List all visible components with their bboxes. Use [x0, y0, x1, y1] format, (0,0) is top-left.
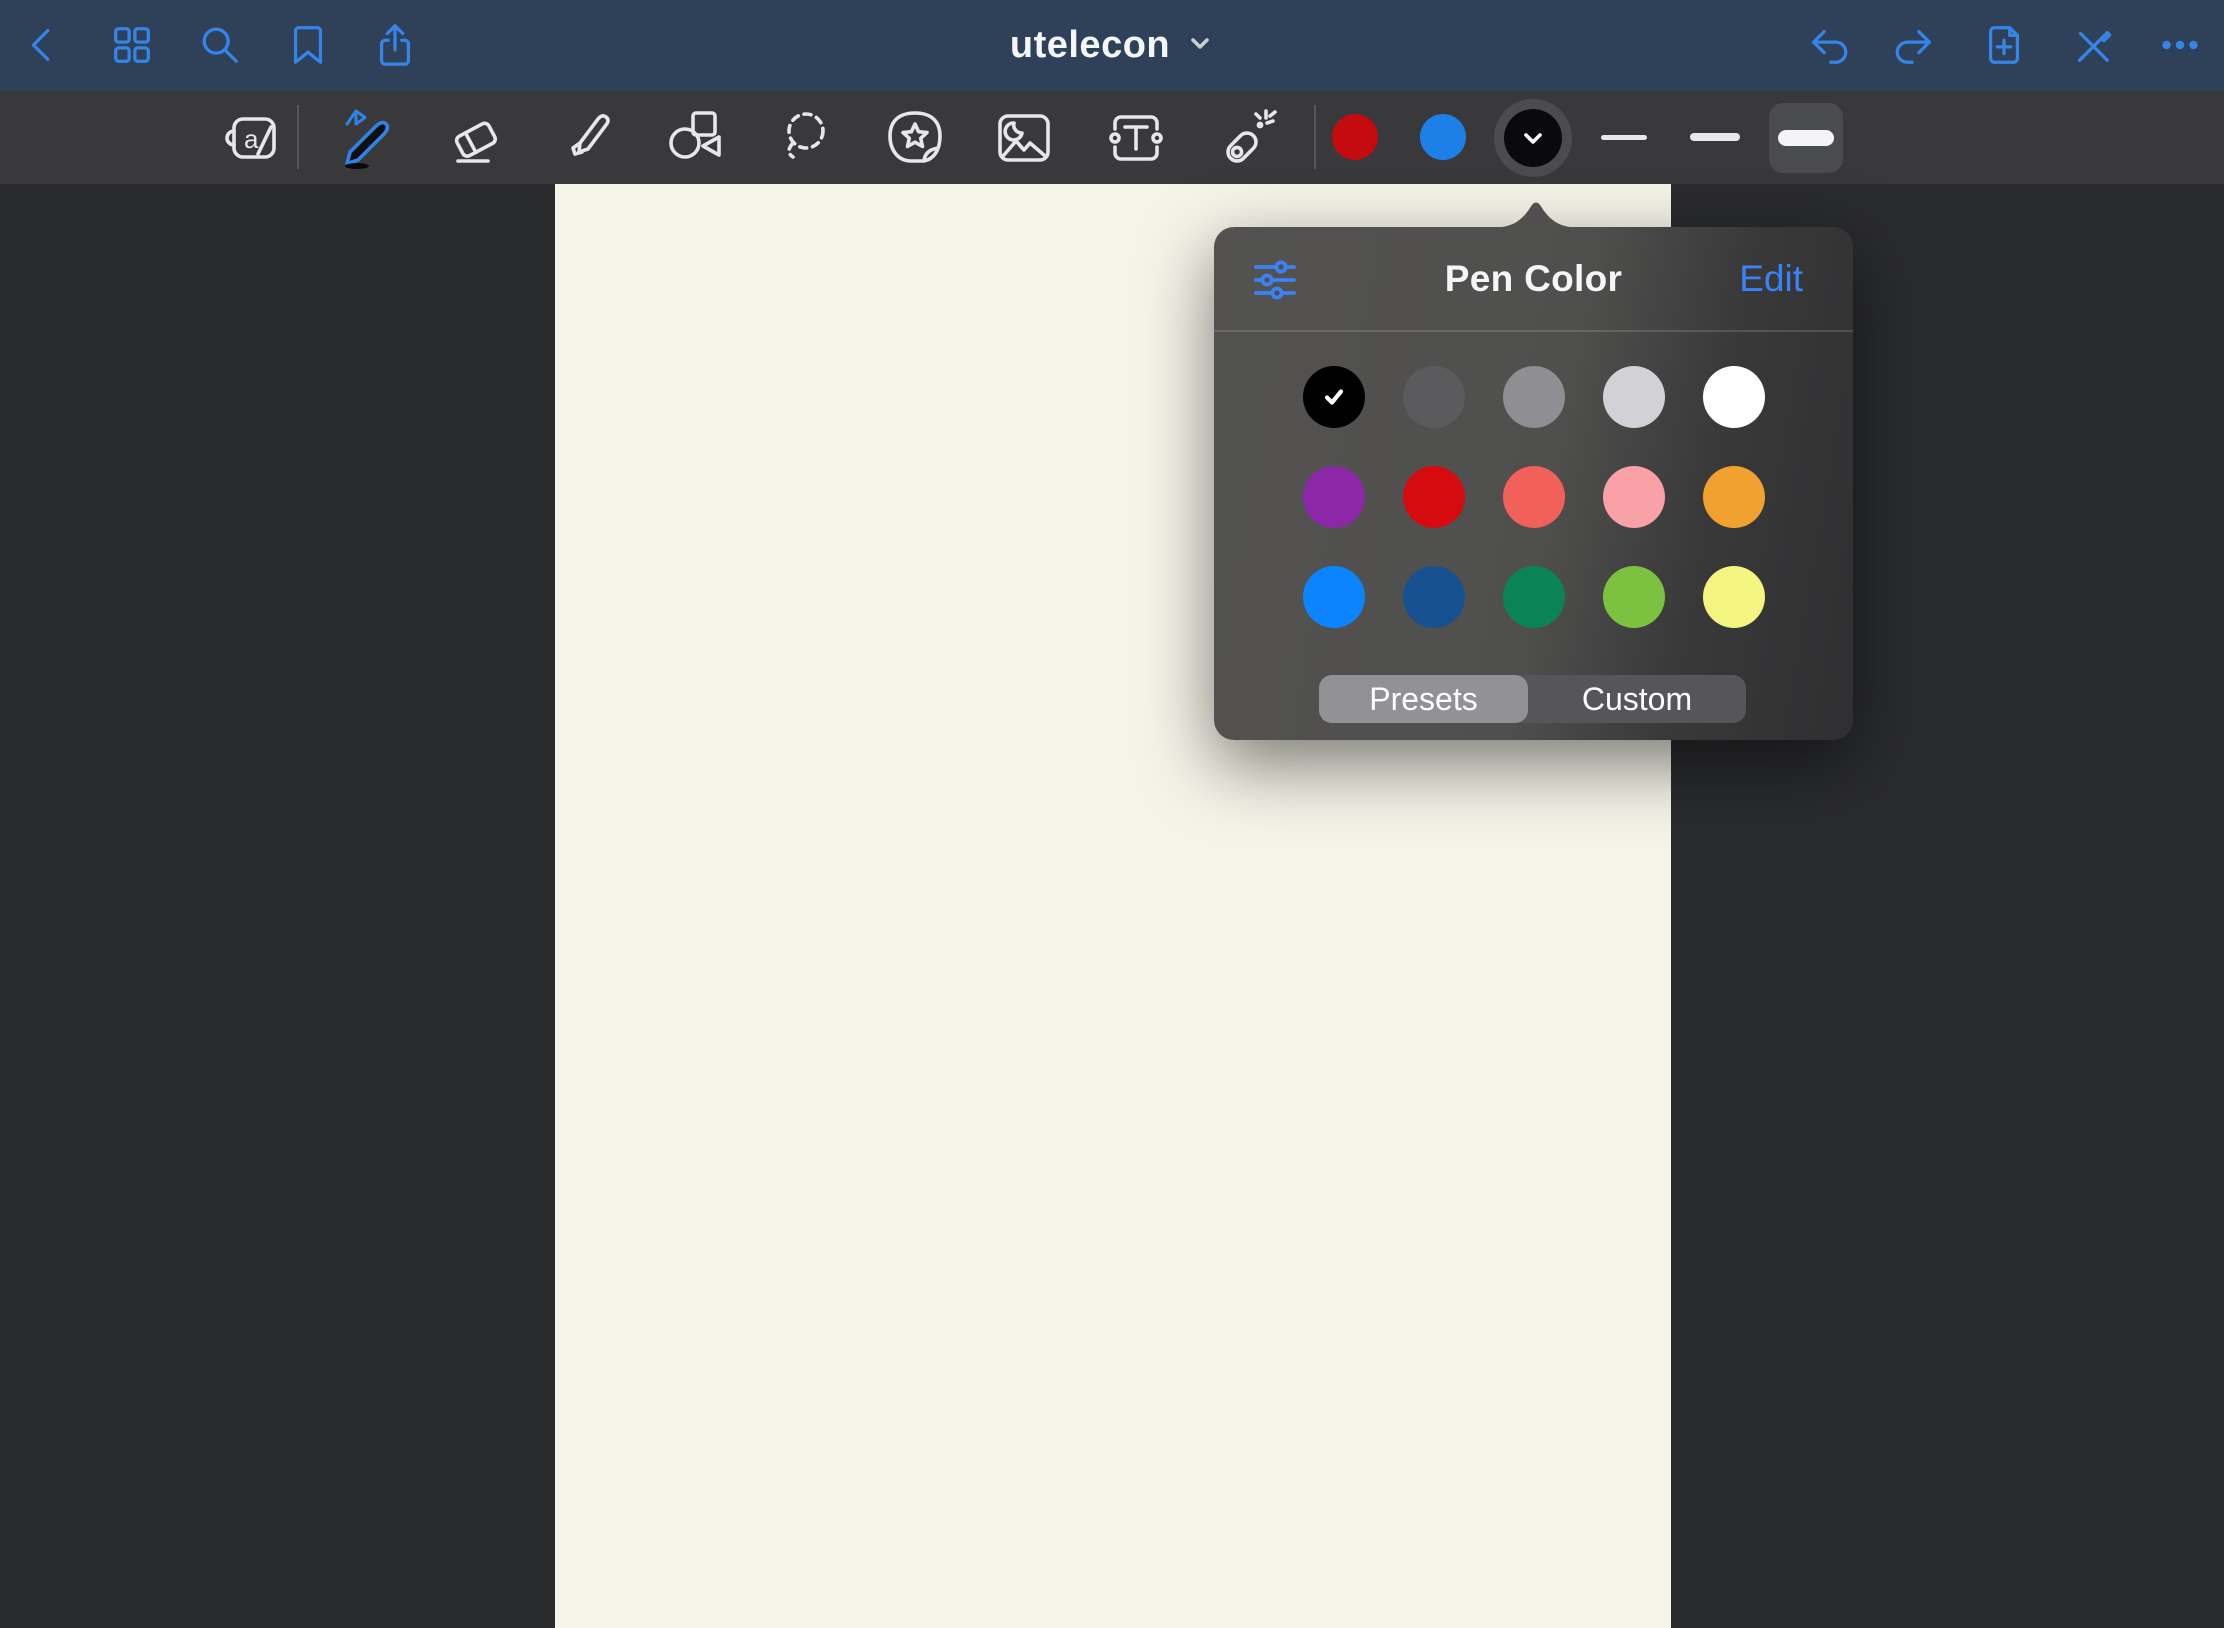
quick-color-red[interactable] — [1332, 114, 1378, 160]
add-page-button[interactable] — [1976, 17, 2032, 73]
swatch-white[interactable] — [1703, 366, 1765, 428]
stroke-width-medium[interactable] — [1690, 133, 1740, 141]
swatch-red[interactable] — [1403, 466, 1465, 528]
highlighter-icon — [554, 105, 620, 171]
swatch-orange[interactable] — [1703, 466, 1765, 528]
swatch-dark-gray[interactable] — [1403, 366, 1465, 428]
tool-image[interactable] — [987, 101, 1061, 175]
tool-elements[interactable] — [878, 101, 952, 175]
popover-header: Pen Color Edit — [1214, 227, 1853, 330]
thick-stroke-pill — [1778, 130, 1834, 146]
popover-divider — [1214, 330, 1853, 332]
elements-sticker-icon — [882, 105, 948, 171]
swatch-navy[interactable] — [1403, 566, 1465, 628]
presets-custom-segmented-control: Presets Custom — [1319, 675, 1746, 723]
pen-color-popover: Pen Color Edit Pres — [1214, 227, 1853, 740]
top-navigation-bar: utelecon — [0, 0, 2224, 91]
tab-custom[interactable]: Custom — [1528, 675, 1746, 723]
toolbar-divider — [297, 105, 299, 169]
pen-icon — [332, 105, 398, 171]
tool-laser-pointer[interactable] — [1210, 101, 1284, 175]
stroke-width-thick-selected[interactable] — [1769, 103, 1843, 173]
stylus-mode-icon — [2069, 22, 2115, 68]
tool-lasso[interactable] — [769, 101, 843, 175]
quick-color-blue[interactable] — [1420, 114, 1466, 160]
undo-button[interactable] — [1800, 17, 1856, 73]
undo-icon — [1805, 22, 1851, 68]
chevron-down-icon — [1520, 125, 1546, 151]
redo-icon — [1892, 22, 1938, 68]
checkmark-icon — [1319, 382, 1349, 412]
swatch-gray[interactable] — [1503, 366, 1565, 428]
swatch-blue[interactable] — [1303, 566, 1365, 628]
editing-mode-icon: a — [220, 105, 286, 171]
tool-shapes[interactable] — [657, 101, 731, 175]
stroke-width-thin[interactable] — [1601, 135, 1647, 140]
edit-colors-button[interactable]: Edit — [1739, 227, 1803, 330]
swatch-yellow[interactable] — [1703, 566, 1765, 628]
popover-arrow — [1488, 199, 1584, 228]
stylus-mode-button[interactable] — [2064, 17, 2120, 73]
toolbar-divider — [1314, 105, 1316, 169]
swatch-teal[interactable] — [1503, 566, 1565, 628]
svg-text:a: a — [244, 124, 259, 154]
more-button[interactable] — [2152, 17, 2208, 73]
shapes-icon — [661, 105, 727, 171]
tool-bar: a — [0, 91, 2224, 184]
tool-text[interactable] — [1099, 101, 1173, 175]
lasso-icon — [773, 105, 839, 171]
color-swatch-grid — [1303, 366, 1765, 628]
swatch-purple[interactable] — [1303, 466, 1365, 528]
swatch-black-selected[interactable] — [1303, 366, 1365, 428]
tool-highlighter[interactable] — [550, 101, 624, 175]
title-chevron-down-icon — [1186, 29, 1214, 62]
swatch-green[interactable] — [1603, 566, 1665, 628]
swatch-pink[interactable] — [1603, 466, 1665, 528]
redo-button[interactable] — [1887, 17, 1943, 73]
tool-editing-mode[interactable]: a — [216, 101, 290, 175]
swatch-coral[interactable] — [1503, 466, 1565, 528]
quick-color-black-selected[interactable] — [1494, 99, 1572, 177]
tab-presets[interactable]: Presets — [1319, 675, 1528, 723]
add-page-icon — [1981, 22, 2027, 68]
tool-pen[interactable] — [328, 101, 402, 175]
swatch-light-gray[interactable] — [1603, 366, 1665, 428]
laser-pointer-icon — [1214, 105, 1280, 171]
tool-eraser[interactable] — [438, 101, 512, 175]
text-icon — [1103, 105, 1169, 171]
eraser-icon — [442, 105, 508, 171]
image-icon — [991, 105, 1057, 171]
more-icon — [2157, 22, 2203, 68]
page-title: utelecon — [1010, 24, 1170, 67]
